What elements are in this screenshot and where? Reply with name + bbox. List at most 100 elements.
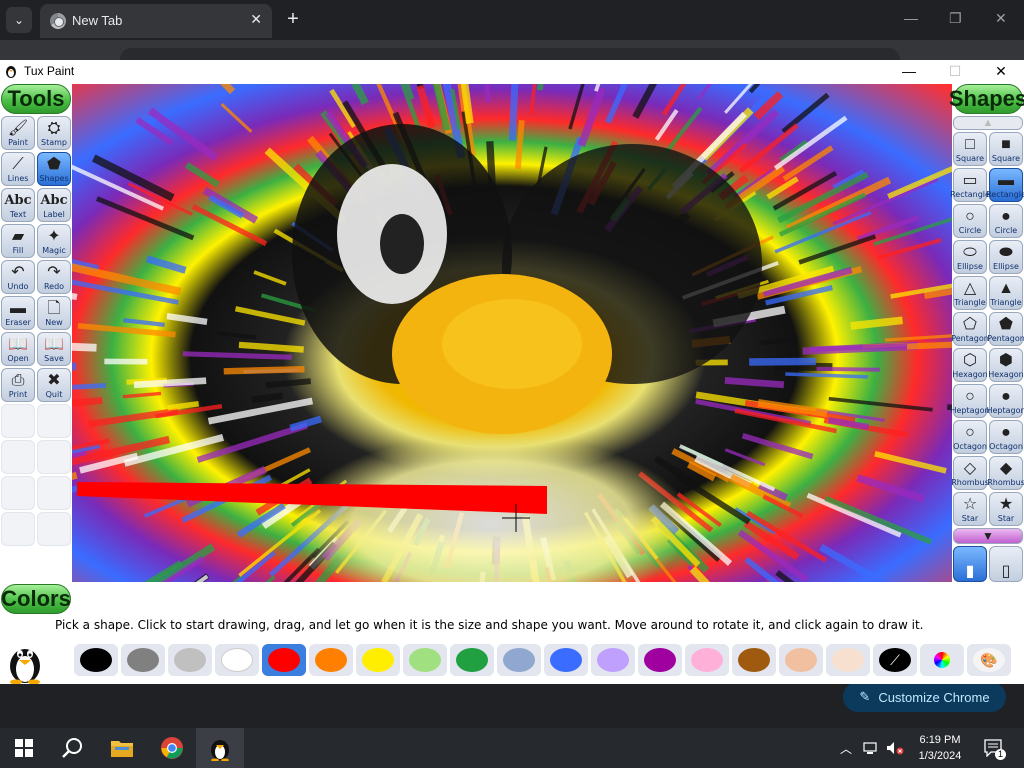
tool-magic-button[interactable]: ✦ Magic [37, 224, 71, 258]
tab-close-button[interactable]: ✕ [250, 11, 262, 28]
color-picker-button[interactable]: ⟋ [873, 644, 917, 676]
square-filled-icon: ■ [1001, 136, 1011, 153]
chrome-tab[interactable]: New Tab ✕ [40, 4, 272, 38]
tool-label-button[interactable]: Abc Label [37, 188, 71, 222]
shape-rhombus-outline-button[interactable]: ◇ Rhombus [951, 456, 989, 490]
maximize-button[interactable]: ☐ [932, 61, 978, 81]
color-green-swatch[interactable] [450, 644, 494, 676]
shape-pentagon-outline-button[interactable]: ⬠ Pentagon [951, 312, 989, 346]
eraser-icon: ▬ [10, 300, 26, 317]
shape-hexagon-outline-button[interactable]: ⬡ Hexagon [952, 348, 988, 382]
taskbar-search-button[interactable] [48, 728, 96, 768]
color-dark-gray-swatch[interactable] [121, 644, 165, 676]
tab-search-button[interactable]: ⌄ [6, 7, 32, 33]
shape-triangle-filled-button[interactable]: ▲ Triangle [989, 276, 1023, 310]
color-lavender-swatch[interactable] [591, 644, 635, 676]
rainbow-palette-icon [934, 652, 950, 668]
tool-stamp-button[interactable]: ⛭ Stamp [37, 116, 71, 150]
tray-chevron-up-icon[interactable]: ︿ [836, 728, 856, 768]
tool-text-button[interactable]: Abc Text [1, 188, 35, 222]
rectangle-filled-icon: ▬ [998, 172, 1014, 189]
new-tab-button[interactable]: + [282, 8, 304, 30]
square-outline-icon: □ [965, 136, 975, 153]
shape-circle-outline-button[interactable]: ○ Circle [953, 204, 987, 238]
tool-eraser-button[interactable]: ▬ Eraser [1, 296, 35, 330]
color-mixer-button[interactable]: 🎨 [967, 644, 1011, 676]
chrome-minimize-button[interactable]: — [904, 10, 918, 26]
color-blue-swatch[interactable] [544, 644, 588, 676]
canvas-artwork [72, 84, 952, 582]
customize-chrome-button[interactable]: ✎ Customize Chrome [843, 682, 1006, 712]
tool-fill-button[interactable]: ▰ Fill [1, 224, 35, 258]
rainbow-palette-button[interactable] [920, 644, 964, 676]
color-purple-swatch[interactable] [638, 644, 682, 676]
shape-circle-filled-button[interactable]: ● Circle [989, 204, 1023, 238]
minimize-button[interactable]: — [886, 61, 932, 81]
tool-print-button[interactable]: ⎙ Print [1, 368, 35, 402]
color-red-swatch[interactable] [262, 644, 306, 676]
color-black-swatch[interactable] [74, 644, 118, 676]
color-pink-swatch[interactable] [685, 644, 729, 676]
tool-lines-button[interactable]: ⟋ Lines [1, 152, 35, 186]
color-beige-swatch[interactable] [826, 644, 870, 676]
shape-rhombus-filled-button[interactable]: ◆ Rhombus [987, 456, 1024, 490]
chrome-close-button[interactable]: ✕ [995, 10, 1007, 27]
file-explorer-button[interactable] [98, 728, 146, 768]
shape-ellipse-filled-button[interactable]: ⬬ Ellipse [989, 240, 1023, 274]
color-yellow-swatch[interactable] [356, 644, 400, 676]
tool-redo-button[interactable]: ↷ Redo [37, 260, 71, 294]
chrome-restore-button[interactable]: ❐ [949, 10, 962, 27]
tool-open-button[interactable]: 📖 Open [1, 332, 35, 366]
triangle-outline-icon: △ [963, 280, 977, 297]
shape-label: Square [955, 154, 985, 163]
notification-center-button[interactable]: 1 [980, 728, 1008, 768]
network-icon[interactable] [860, 728, 882, 768]
shape-hexagon-filled-button[interactable]: ⬢ Hexagon [988, 348, 1024, 382]
color-dot [80, 648, 112, 672]
empty-tool-slot [37, 476, 71, 510]
shape-star-outline-button[interactable]: ☆ Star [953, 492, 987, 526]
tux-paint-taskbar-button[interactable] [196, 728, 244, 768]
chrome-taskbar-button[interactable] [148, 728, 196, 768]
color-tan-swatch[interactable] [779, 644, 823, 676]
tool-save-button[interactable]: 📖 Save [37, 332, 71, 366]
shape-heptagon-outline-button[interactable]: ○ Heptagon [950, 384, 990, 418]
color-white-swatch[interactable] [215, 644, 259, 676]
close-button[interactable]: ✕ [978, 61, 1024, 81]
magic-wand-icon: ✦ [47, 228, 61, 245]
empty-tool-slot [1, 404, 35, 438]
shape-heptagon-filled-button[interactable]: ● Heptagon [986, 384, 1024, 418]
start-button[interactable] [0, 728, 48, 768]
palette-icon: 🎨 [973, 648, 1005, 672]
shape-octagon-outline-button[interactable]: ○ Octagon [953, 420, 987, 454]
shape-fill-mode-button[interactable]: ▮ [953, 546, 987, 582]
shape-square-outline-button[interactable]: □ Square [953, 132, 987, 166]
taskbar-clock[interactable]: 6:19 PM 1/3/2024 [906, 732, 974, 764]
shape-star-filled-button[interactable]: ★ Star [989, 492, 1023, 526]
color-brown-swatch[interactable] [732, 644, 776, 676]
color-light-green-swatch[interactable] [403, 644, 447, 676]
tool-shapes-button[interactable]: ⬟ Shapes [37, 152, 71, 186]
drawing-canvas[interactable] [72, 84, 952, 582]
tool-quit-button[interactable]: ✖ Quit [37, 368, 71, 402]
shape-outline-mode-button[interactable]: ▯ [989, 546, 1023, 582]
color-dot [221, 648, 253, 672]
shape-pentagon-filled-button[interactable]: ⬟ Pentagon [987, 312, 1024, 346]
shape-octagon-filled-button[interactable]: ● Octagon [989, 420, 1023, 454]
tool-paint-button[interactable]: 🖌 Paint [1, 116, 35, 150]
shape-rectangle-outline-button[interactable]: ▭ Rectangle [950, 168, 990, 202]
shapes-scroll-up-button[interactable]: ▲ [953, 116, 1023, 130]
volume-muted-icon[interactable] [884, 728, 906, 768]
shape-square-filled-button[interactable]: ■ Square [989, 132, 1023, 166]
shape-label: Ellipse [957, 262, 983, 271]
shapes-scroll-down-button[interactable]: ▼ [953, 528, 1023, 544]
color-sky-blue-swatch[interactable] [497, 644, 541, 676]
color-orange-swatch[interactable] [309, 644, 353, 676]
shape-ellipse-outline-button[interactable]: ⬭ Ellipse [953, 240, 987, 274]
color-light-gray-swatch[interactable] [168, 644, 212, 676]
chrome-favicon-icon [50, 13, 66, 29]
tool-undo-button[interactable]: ↶ Undo [1, 260, 35, 294]
shape-rectangle-filled-button[interactable]: ▬ Rectangle [986, 168, 1024, 202]
shape-triangle-outline-button[interactable]: △ Triangle [953, 276, 987, 310]
tool-new-button[interactable]: 🗋 New [37, 296, 71, 330]
